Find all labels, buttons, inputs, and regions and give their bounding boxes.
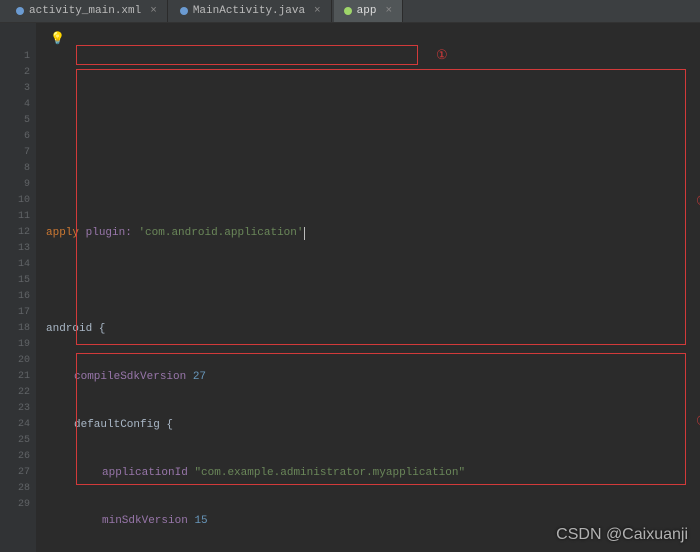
editor-tabbar: activity_main.xml × MainActivity.java × … bbox=[0, 0, 700, 23]
annotation-label-3: ③ bbox=[696, 413, 700, 429]
line-number: 28 bbox=[0, 481, 30, 497]
line-number: 13 bbox=[0, 241, 30, 257]
gradle-icon bbox=[344, 7, 352, 15]
line-number: 21 bbox=[0, 369, 30, 385]
code-line: android { bbox=[46, 321, 692, 337]
line-number: 6 bbox=[0, 129, 30, 145]
line-number: 23 bbox=[0, 401, 30, 417]
text-cursor bbox=[304, 227, 305, 240]
code-line: applicationId "com.example.administrator… bbox=[46, 465, 692, 481]
line-number: 2 bbox=[0, 65, 30, 81]
line-number: 1 bbox=[0, 49, 30, 65]
tab-main-activity-java[interactable]: MainActivity.java × bbox=[170, 0, 332, 22]
tab-label: activity_main.xml bbox=[29, 5, 141, 17]
ide-root: activity_main.xml × MainActivity.java × … bbox=[0, 0, 700, 552]
xml-icon bbox=[16, 7, 24, 15]
close-icon[interactable]: × bbox=[150, 5, 157, 17]
line-number: 4 bbox=[0, 97, 30, 113]
line-number: 15 bbox=[0, 273, 30, 289]
watermark: CSDN @Caixuanji bbox=[556, 526, 688, 544]
annotation-label-1: ① bbox=[436, 47, 448, 63]
line-number: 5 bbox=[0, 113, 30, 129]
editor-area[interactable]: 💡 12345678910111213141516171819202122232… bbox=[0, 23, 700, 552]
annotation-box-1 bbox=[76, 45, 418, 65]
line-number: 20 bbox=[0, 353, 30, 369]
line-number: 17 bbox=[0, 305, 30, 321]
line-number: 14 bbox=[0, 257, 30, 273]
line-number: 19 bbox=[0, 337, 30, 353]
line-number: 11 bbox=[0, 209, 30, 225]
code-editor[interactable]: ① ② ③ apply plugin: 'com.android.applica… bbox=[36, 23, 700, 552]
line-number: 12 bbox=[0, 225, 30, 241]
code-line: defaultConfig { bbox=[46, 417, 692, 433]
line-number: 7 bbox=[0, 145, 30, 161]
line-number: 8 bbox=[0, 161, 30, 177]
line-number: 27 bbox=[0, 465, 30, 481]
line-number: 18 bbox=[0, 321, 30, 337]
line-number: 3 bbox=[0, 81, 30, 97]
line-number: 29 bbox=[0, 497, 30, 513]
line-number: 22 bbox=[0, 385, 30, 401]
tab-label: MainActivity.java bbox=[193, 5, 305, 17]
java-icon bbox=[180, 7, 188, 15]
line-number-gutter: 1234567891011121314151617181920212223242… bbox=[0, 23, 36, 552]
tab-app-gradle[interactable]: app × bbox=[334, 0, 403, 22]
line-number: 16 bbox=[0, 289, 30, 305]
annotation-label-2: ② bbox=[696, 193, 700, 209]
code-line: apply plugin: 'com.android.application' bbox=[46, 225, 692, 241]
close-icon[interactable]: × bbox=[314, 5, 321, 17]
line-number: 25 bbox=[0, 433, 30, 449]
close-icon[interactable]: × bbox=[385, 5, 392, 17]
line-number: 24 bbox=[0, 417, 30, 433]
annotation-box-2 bbox=[76, 69, 686, 345]
tab-activity-main-xml[interactable]: activity_main.xml × bbox=[6, 0, 168, 22]
line-number: 26 bbox=[0, 449, 30, 465]
line-number: 9 bbox=[0, 177, 30, 193]
code-line: compileSdkVersion 27 bbox=[46, 369, 692, 385]
tab-label: app bbox=[357, 5, 377, 17]
line-number: 10 bbox=[0, 193, 30, 209]
